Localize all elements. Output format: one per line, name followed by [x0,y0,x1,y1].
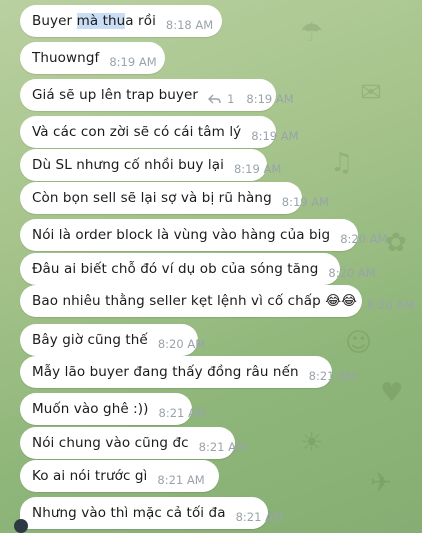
message-text: Bây giờ cũng thế [32,332,148,348]
message-time: 8:21 AM [198,440,246,454]
reply-count: 1 [227,92,235,106]
message-text: Và các con zời sẽ có cái tâm lý [32,124,242,140]
message-time: 8:20 AM [340,232,388,246]
message-bubble[interactable]: Thuowngf 8:19 AM [20,42,165,74]
message-text: Dù SL nhưng cố nhồi buy lại [32,157,224,173]
message-time: 8:19 AM [233,162,282,176]
message-time: 8:21 AM [157,473,205,487]
message-time: 8:21 AM [235,510,283,524]
message-time: 8:19 AM [109,55,157,69]
message-bubble[interactable]: Bây giờ cũng thế 8:20 AM [20,324,205,356]
message-bubble[interactable]: Giá sẽ up lên trap buyer 1 8:19 AM [20,79,294,111]
message-bubble[interactable]: Nói là order block là vùng vào hàng của … [20,219,387,251]
message-time: 8:19 AM [251,129,299,143]
message-text: Nói là order block là vùng vào hàng của … [32,227,331,243]
message-time: 8:21 AM [308,369,356,383]
reply-arrow-icon [208,94,221,103]
message-time: 8:20 AM [157,337,206,351]
message-text: Thuowngf [32,50,100,66]
message-bubble[interactable]: Ko ai nói trước gì 8:21 AM [20,460,219,492]
message-text: Nhưng vào thì mặc cả tối đa [32,505,226,521]
message-bubble[interactable]: Nói chung vào cũng đc 8:21 AM [20,427,246,459]
user-avatar[interactable] [14,519,28,533]
message-bubble[interactable]: Đâu ai biết chỗ đó ví dụ ob của sóng tăn… [20,253,376,285]
message-bubble[interactable]: Buyer mà thua rồi 8:18 AM [20,5,222,37]
message-bubble[interactable]: Nhưng vào thì mặc cả tối đa 8:21 AM [14,497,283,533]
text-selection: mà thu [76,13,126,29]
message-text: Mẫy lão buyer đang thấy đồng râu nến [32,364,299,380]
message-bubble[interactable]: Muốn vào ghê :)) 8:21 AM [20,393,206,425]
message-text: Muốn vào ghê :)) [32,401,149,417]
message-bubble[interactable]: Bao nhiêu thằng seller kẹt lệnh vì cố ch… [20,285,414,317]
message-list: Buyer mà thua rồi 8:18 AM Thuowngf 8:19 … [0,0,422,533]
message-time: 8:18 AM [165,18,214,32]
message-time: 8:19 AM [246,92,294,106]
message-text: Buyer mà thua rồi [32,13,156,29]
message-bubble[interactable]: Mẫy lão buyer đang thấy đồng râu nến 8:2… [20,356,356,388]
message-bubble[interactable]: Và các con zời sẽ có cái tâm lý 8:19 AM [20,116,299,148]
message-bubble[interactable]: Dù SL nhưng cố nhồi buy lại 8:19 AM [20,149,281,181]
message-text: Nói chung vào cũng đc [32,435,189,451]
reply-indicator[interactable]: 1 [208,92,234,106]
message-text: Còn bọn sell sẽ lại sợ và bị rũ hàng [32,190,272,206]
message-bubble[interactable]: Còn bọn sell sẽ lại sợ và bị rũ hàng 8:1… [20,182,329,214]
message-time: 8:20 AM [328,266,376,280]
message-text: Bao nhiêu thằng seller kẹt lệnh vì cố ch… [32,293,357,309]
message-time: 8:20 AM [366,298,415,312]
message-time: 8:21 AM [158,406,206,420]
message-text: Đâu ai biết chỗ đó ví dụ ob của sóng tăn… [32,261,319,277]
message-text: Ko ai nói trước gì [32,468,148,484]
message-text: Giá sẽ up lên trap buyer [32,87,199,103]
message-time: 8:19 AM [281,195,330,209]
